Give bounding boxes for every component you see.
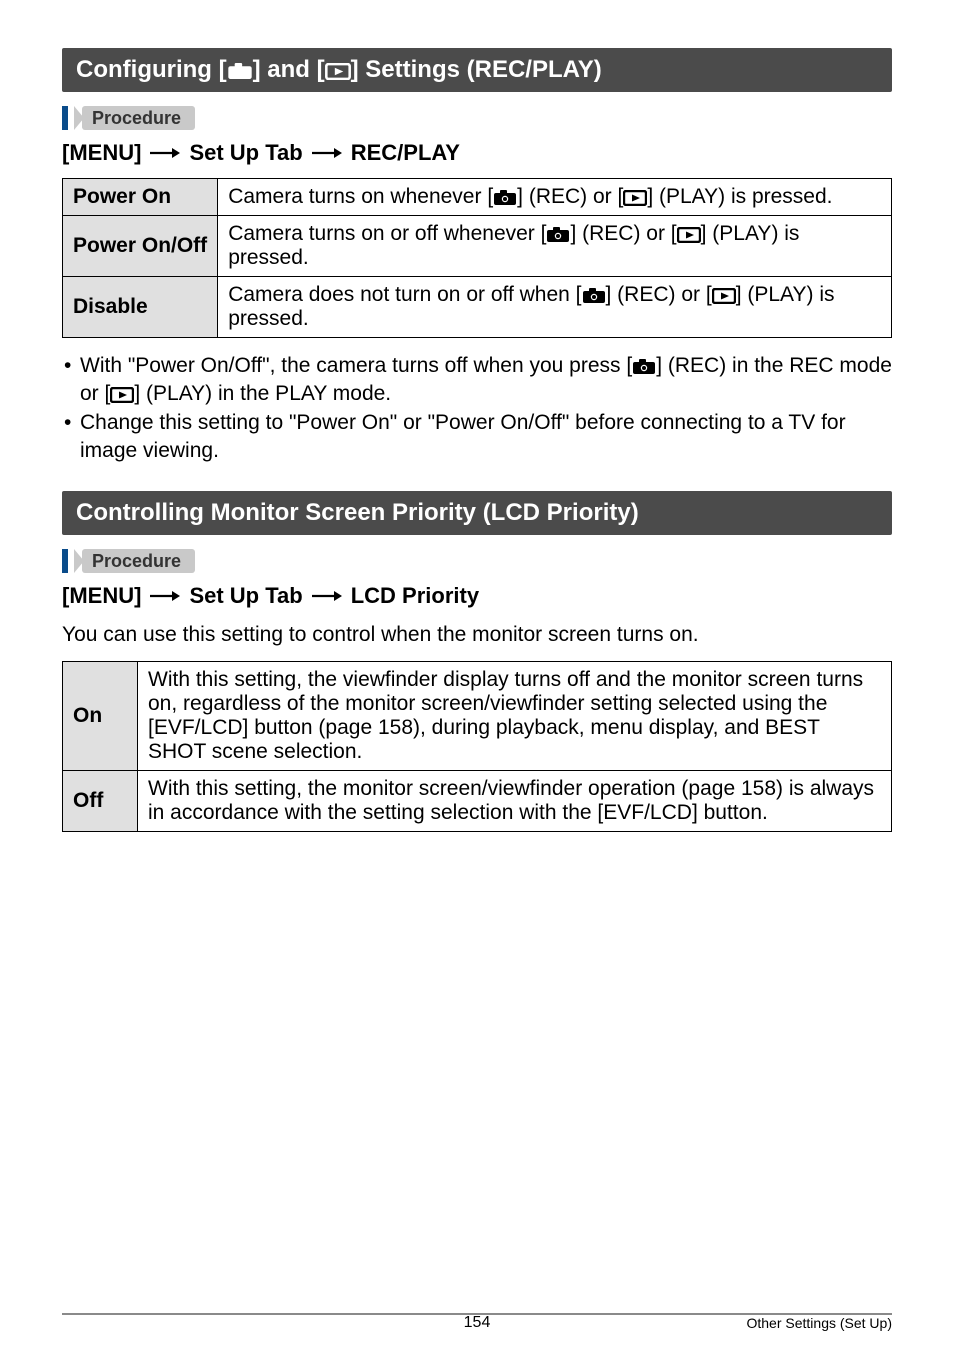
table-row: Power On/Off Camera turns on or off when… xyxy=(63,216,892,277)
row-desc: Camera turns on whenever [] (REC) or [] … xyxy=(218,179,892,216)
procedure-accent-bar xyxy=(62,549,68,573)
procedure-heading: Procedure xyxy=(62,549,892,573)
page-root: Configuring [] and [] Settings (REC/PLAY… xyxy=(0,0,954,1357)
breadcrumb-menu: [MENU] xyxy=(62,140,141,166)
table-row: Power On Camera turns on whenever [] (RE… xyxy=(63,179,892,216)
row-label: Power On/Off xyxy=(63,216,218,277)
breadcrumb: [MENU] Set Up Tab LCD Priority xyxy=(62,583,892,609)
arrow-right-icon xyxy=(311,147,343,159)
procedure-accent-bar xyxy=(62,106,68,130)
arrow-right-icon xyxy=(149,147,181,159)
breadcrumb-tab: Set Up Tab xyxy=(189,140,302,166)
play-icon xyxy=(110,387,134,403)
play-icon xyxy=(677,227,701,243)
arrow-right-icon xyxy=(311,590,343,602)
camera-icon xyxy=(582,288,606,304)
breadcrumb-tab: Set Up Tab xyxy=(189,583,302,609)
lcd-table: On With this setting, the viewfinder dis… xyxy=(62,661,892,832)
table-row: On With this setting, the viewfinder dis… xyxy=(63,661,892,770)
breadcrumb-menu: [MENU] xyxy=(62,583,141,609)
list-item: Change this setting to "Power On" or "Po… xyxy=(62,409,892,464)
camera-icon xyxy=(632,359,656,375)
recplay-notes: With "Power On/Off", the camera turns of… xyxy=(62,352,892,465)
procedure-label: Procedure xyxy=(82,106,195,130)
table-row: Off With this setting, the monitor scree… xyxy=(63,770,892,831)
procedure-heading: Procedure xyxy=(62,106,892,130)
section-title-recplay: Configuring [] and [] Settings (REC/PLAY… xyxy=(62,48,892,92)
arrow-right-icon xyxy=(149,590,181,602)
section-title-text: Configuring [] and [] Settings (REC/PLAY… xyxy=(76,56,602,83)
breadcrumb-item: REC/PLAY xyxy=(351,140,460,166)
row-label: Disable xyxy=(63,277,218,338)
row-desc: With this setting, the monitor screen/vi… xyxy=(138,770,892,831)
section-title-lcd: Controlling Monitor Screen Priority (LCD… xyxy=(62,491,892,535)
play-icon xyxy=(623,190,647,206)
row-label: Power On xyxy=(63,179,218,216)
list-item: With "Power On/Off", the camera turns of… xyxy=(62,352,892,407)
camera-icon xyxy=(227,63,253,80)
recplay-table: Power On Camera turns on whenever [] (RE… xyxy=(62,178,892,338)
page-number: 154 xyxy=(464,1314,491,1332)
procedure-label: Procedure xyxy=(82,549,195,573)
footer-section-label: Other Settings (Set Up) xyxy=(746,1315,892,1331)
play-icon xyxy=(325,63,351,80)
camera-icon xyxy=(546,227,570,243)
lcd-intro: You can use this setting to control when… xyxy=(62,621,892,649)
page-footer: 154 Other Settings (Set Up) xyxy=(62,1313,892,1323)
row-desc: Camera does not turn on or off when [] (… xyxy=(218,277,892,338)
row-desc: With this setting, the viewfinder displa… xyxy=(138,661,892,770)
table-row: Disable Camera does not turn on or off w… xyxy=(63,277,892,338)
play-icon xyxy=(712,288,736,304)
breadcrumb-item: LCD Priority xyxy=(351,583,479,609)
breadcrumb: [MENU] Set Up Tab REC/PLAY xyxy=(62,140,892,166)
row-label: Off xyxy=(63,770,138,831)
row-desc: Camera turns on or off whenever [] (REC)… xyxy=(218,216,892,277)
camera-icon xyxy=(493,190,517,206)
row-label: On xyxy=(63,661,138,770)
